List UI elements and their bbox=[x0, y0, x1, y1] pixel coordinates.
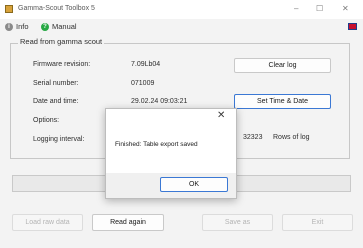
maximize-icon[interactable]: ☐ bbox=[316, 4, 323, 13]
datetime-value: 29.02.24 09:03:21 bbox=[131, 98, 188, 105]
menu-manual[interactable]: ? Manual bbox=[41, 22, 77, 31]
firmware-value: 7.09Lb04 bbox=[131, 61, 161, 68]
menu-bar: i Info ? Manual bbox=[0, 19, 363, 34]
load-raw-data-button[interactable]: Load raw data bbox=[12, 214, 83, 231]
ok-button[interactable]: OK bbox=[160, 177, 228, 192]
menu-info-label: Info bbox=[16, 22, 29, 31]
logging-interval-label: Logging interval: bbox=[33, 136, 85, 143]
dialog-message: Finished: Table export saved bbox=[115, 141, 198, 148]
clear-log-button[interactable]: Clear log bbox=[234, 58, 331, 73]
save-as-button[interactable]: Save as bbox=[202, 214, 273, 231]
window-title: Gamma-Scout Toolbox 5 bbox=[18, 5, 95, 12]
close-icon[interactable]: ✕ bbox=[342, 4, 349, 13]
group-title: Read from gamma scout bbox=[18, 37, 105, 46]
menu-manual-label: Manual bbox=[52, 22, 77, 31]
read-again-button[interactable]: Read again bbox=[92, 214, 164, 231]
app-icon bbox=[5, 5, 13, 13]
serial-value: 071009 bbox=[131, 80, 155, 87]
language-flag-icon[interactable] bbox=[348, 23, 357, 30]
options-label: Options: bbox=[33, 117, 60, 124]
set-time-date-button[interactable]: Set Time & Date bbox=[234, 94, 331, 109]
help-icon: ? bbox=[41, 22, 49, 31]
rows-count: 32323 bbox=[243, 134, 263, 141]
serial-label: Serial number: bbox=[33, 80, 79, 87]
app-window: Gamma-Scout Toolbox 5 – ☐ ✕ i Info ? Man… bbox=[0, 0, 363, 248]
info-icon: i bbox=[5, 22, 13, 31]
exit-button[interactable]: Exit bbox=[282, 214, 353, 231]
dialog-close-icon[interactable]: ✕ bbox=[217, 110, 225, 121]
menu-info[interactable]: i Info bbox=[5, 22, 29, 31]
rows-of-log-label: Rows of log bbox=[273, 134, 310, 141]
minimize-icon[interactable]: – bbox=[294, 4, 298, 13]
title-bar: Gamma-Scout Toolbox 5 – ☐ ✕ bbox=[0, 0, 363, 19]
firmware-label: Firmware revision: bbox=[33, 61, 91, 68]
datetime-label: Date and time: bbox=[33, 98, 79, 105]
